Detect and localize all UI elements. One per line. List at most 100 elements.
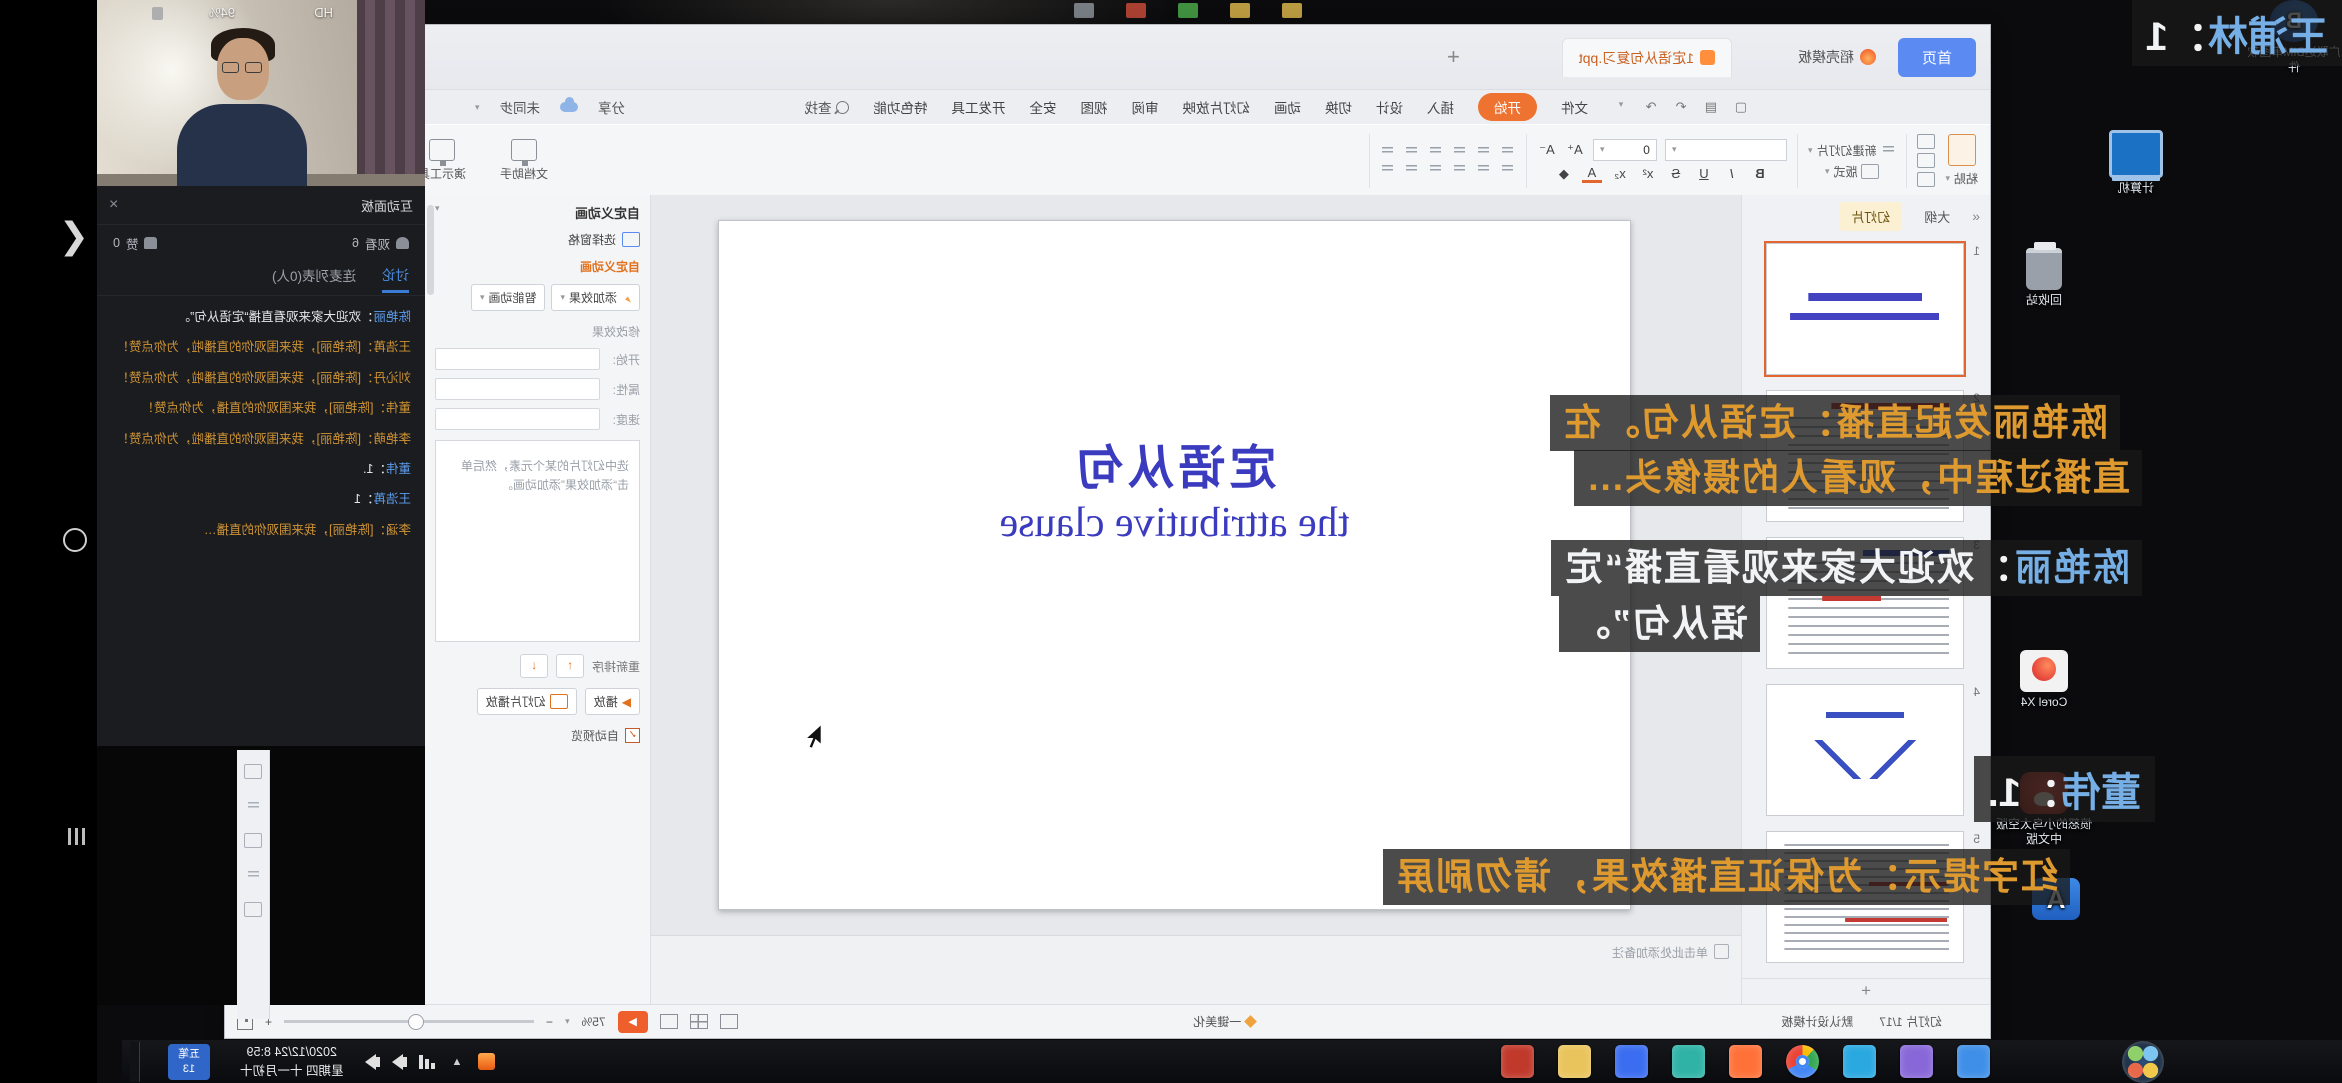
- share-button[interactable]: 分享: [598, 97, 625, 117]
- move-down-button[interactable]: ↓: [520, 654, 548, 678]
- highlight-button[interactable]: ◆: [1554, 166, 1574, 182]
- slide-sorter-view-icon[interactable]: [690, 1014, 708, 1029]
- menu-tab[interactable]: 审阅: [1132, 97, 1159, 117]
- clipart-icon[interactable]: [244, 833, 262, 848]
- network-icon[interactable]: [419, 1055, 435, 1069]
- text-direction-icon[interactable]: [1380, 163, 1396, 177]
- show-desktop-button[interactable]: [130, 1042, 140, 1082]
- folder-icon[interactable]: [1282, 3, 1302, 18]
- italic-button[interactable]: I: [1722, 166, 1742, 181]
- collapse-panel-icon[interactable]: «: [1972, 208, 1980, 224]
- taskbar-app-icon[interactable]: [1843, 1045, 1876, 1078]
- taskbar-clock[interactable]: 2020/12/24 8:59 星期四 十一月初十: [240, 1043, 343, 1079]
- menu-tab[interactable]: 开始: [1478, 93, 1537, 121]
- desktop-icon[interactable]: Corel X4: [1996, 650, 2092, 710]
- menu-tab[interactable]: 切换: [1325, 97, 1352, 117]
- template-name[interactable]: 默认设计模板: [1781, 1013, 1853, 1030]
- save-icon[interactable]: ▢: [1732, 99, 1750, 115]
- slide-thumbnail[interactable]: 4: [1766, 684, 1964, 816]
- slide-1[interactable]: 定语从句 the attributive clause: [718, 220, 1631, 910]
- menu-tab[interactable]: 视图: [1081, 97, 1108, 117]
- new-slide-button[interactable]: 新建幻灯片▾: [1808, 142, 1897, 159]
- app-icon[interactable]: [1074, 3, 1094, 18]
- notes-bar[interactable]: 单击此处添加备注: [651, 935, 1741, 1013]
- menu-tab[interactable]: 特色功能: [874, 97, 928, 117]
- normal-view-icon[interactable]: [720, 1014, 738, 1029]
- paste-button[interactable]: 粘贴▾: [1945, 134, 1978, 187]
- tab-document[interactable]: 1定语从句复习.ppt: [1562, 38, 1732, 77]
- properties-icon[interactable]: [244, 764, 262, 779]
- animation-pane-icon[interactable]: [245, 799, 261, 813]
- chat-message-list[interactable]: 陈艳丽：欢迎大家来观看直播“定语从句”。 王浩苒：[陈艳丽]，我来围观你的直播啦…: [97, 296, 425, 552]
- chevron-down-icon[interactable]: ▾: [1612, 99, 1630, 115]
- bold-button[interactable]: B: [1750, 166, 1770, 181]
- taskbar-app-icon[interactable]: [1957, 1045, 1990, 1078]
- cut-icon[interactable]: [1917, 134, 1935, 149]
- zoom-slider-handle[interactable]: [408, 1014, 424, 1030]
- chevron-down-icon[interactable]: ▾: [475, 102, 480, 113]
- outdent-icon[interactable]: [1452, 145, 1468, 159]
- tab-docer-templates[interactable]: 稻壳模板: [1784, 38, 1890, 76]
- expand-chevron-icon[interactable]: ❮: [59, 215, 89, 257]
- print-icon[interactable]: ▤: [1702, 99, 1720, 115]
- speaker-icon[interactable]: [365, 1054, 376, 1070]
- menu-tab[interactable]: 插入: [1427, 97, 1454, 117]
- taskbar-app-icon[interactable]: [1558, 1045, 1591, 1078]
- distribute-icon[interactable]: [1404, 163, 1420, 177]
- folder-icon[interactable]: [1230, 3, 1250, 18]
- redo-icon[interactable]: ↷: [1642, 99, 1660, 115]
- menu-tab[interactable]: 设计: [1376, 97, 1403, 117]
- menu-tab[interactable]: 文件: [1561, 97, 1588, 117]
- field-select[interactable]: [435, 378, 600, 400]
- add-slide-button[interactable]: +: [1742, 978, 1990, 1005]
- chart-icon[interactable]: [245, 868, 261, 882]
- underline-button[interactable]: U: [1694, 166, 1714, 181]
- hidden-icons-arrow[interactable]: ▲: [451, 1056, 462, 1068]
- tab-discussion[interactable]: 讨论: [382, 264, 409, 293]
- pane-scrollbar[interactable]: [427, 205, 434, 295]
- increase-font-icon[interactable]: A⁺: [1565, 142, 1585, 158]
- field-select[interactable]: [435, 348, 600, 370]
- selection-pane-button[interactable]: 选择窗格: [435, 231, 640, 248]
- align-right-icon[interactable]: [1452, 163, 1468, 177]
- strikethrough-button[interactable]: S: [1666, 166, 1686, 181]
- close-icon[interactable]: ×: [109, 196, 118, 214]
- ribbon-big-button[interactable]: 文档助手: [492, 137, 556, 184]
- add-effect-button[interactable]: 添加效果▾: [551, 284, 640, 311]
- bullets-icon[interactable]: [1500, 145, 1516, 159]
- home-button[interactable]: 首页: [1898, 38, 1976, 77]
- wechat-icon[interactable]: [1178, 3, 1198, 18]
- tab-outline[interactable]: 大纲: [1912, 202, 1962, 231]
- play-button[interactable]: ▶播放: [585, 688, 640, 715]
- beautify-button[interactable]: 一键美化: [1193, 1013, 1255, 1030]
- menu-tab[interactable]: 安全: [1030, 97, 1057, 117]
- chevron-down-icon[interactable]: ▾: [435, 203, 440, 222]
- smart-animation-button[interactable]: 智能动画▾: [471, 284, 546, 311]
- auto-preview-checkbox[interactable]: ✓ 自动预览: [435, 727, 640, 744]
- sync-status[interactable]: 未同步: [500, 97, 541, 117]
- settings-icon[interactable]: [244, 902, 262, 917]
- app-icon[interactable]: [1126, 3, 1146, 18]
- field-select[interactable]: [435, 408, 600, 430]
- tab-mic-list[interactable]: 连麦列表(0人): [272, 265, 356, 291]
- slideshow-button[interactable]: 幻灯片播放: [477, 688, 577, 715]
- justify-icon[interactable]: [1428, 163, 1444, 177]
- font-color-button[interactable]: A: [1582, 165, 1602, 183]
- desktop-icon[interactable]: 计算机: [2088, 130, 2184, 196]
- font-name-select[interactable]: ▾: [1665, 139, 1787, 161]
- reading-view-icon[interactable]: [660, 1014, 678, 1029]
- align-center-icon[interactable]: [1476, 163, 1492, 177]
- menu-tab[interactable]: 动画: [1274, 97, 1301, 117]
- taskbar-app-icon[interactable]: [1501, 1045, 1534, 1078]
- format-painter-icon[interactable]: [1917, 172, 1935, 187]
- zoom-level[interactable]: 75%: [582, 1015, 606, 1029]
- slideshow-play-button[interactable]: ▶: [618, 1011, 648, 1033]
- font-size-select[interactable]: 0▾: [1593, 139, 1657, 161]
- numbering-icon[interactable]: [1476, 145, 1492, 159]
- undo-icon[interactable]: ↶: [1672, 99, 1690, 115]
- taskbar-app-icon[interactable]: [1900, 1045, 1933, 1078]
- taskbar-app-icon[interactable]: [1672, 1045, 1705, 1078]
- tray-app-icon[interactable]: [478, 1053, 495, 1070]
- layout-button[interactable]: 版式▾: [1825, 163, 1880, 180]
- zoom-out-button[interactable]: −: [546, 1015, 553, 1029]
